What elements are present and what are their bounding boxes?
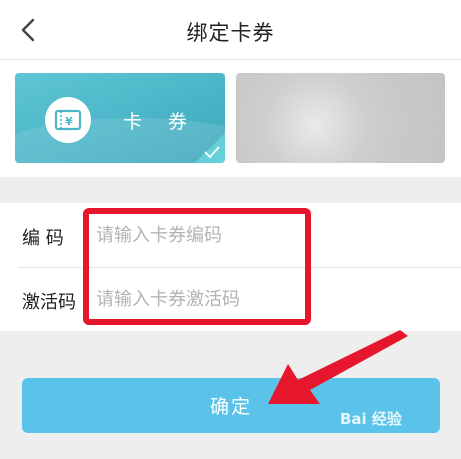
activation-code-input[interactable] <box>96 281 426 317</box>
bind-coupon-form: 编 码 激活码 <box>0 203 461 331</box>
card-type-selector: ¥ 卡 券 <box>0 61 461 177</box>
confirm-button[interactable]: 确定 <box>22 378 440 433</box>
code-label: 编 码 <box>22 228 64 249</box>
page-title: 绑定卡券 <box>186 21 275 45</box>
top-bar: 绑定卡券 <box>0 0 461 60</box>
activation-row: 激活码 <box>0 267 461 331</box>
activation-label: 激活码 <box>22 292 76 313</box>
coupon-card-label: 卡 券 <box>123 111 198 133</box>
blurred-card-option[interactable] <box>236 73 445 163</box>
code-row: 编 码 <box>0 203 461 267</box>
section-divider <box>0 177 461 203</box>
code-input[interactable] <box>96 217 426 253</box>
ticket-yen-icon: ¥ <box>45 97 91 143</box>
coupon-card-option[interactable]: ¥ 卡 券 <box>15 73 225 163</box>
checkmark-icon <box>204 146 220 159</box>
svg-text:¥: ¥ <box>65 115 73 128</box>
